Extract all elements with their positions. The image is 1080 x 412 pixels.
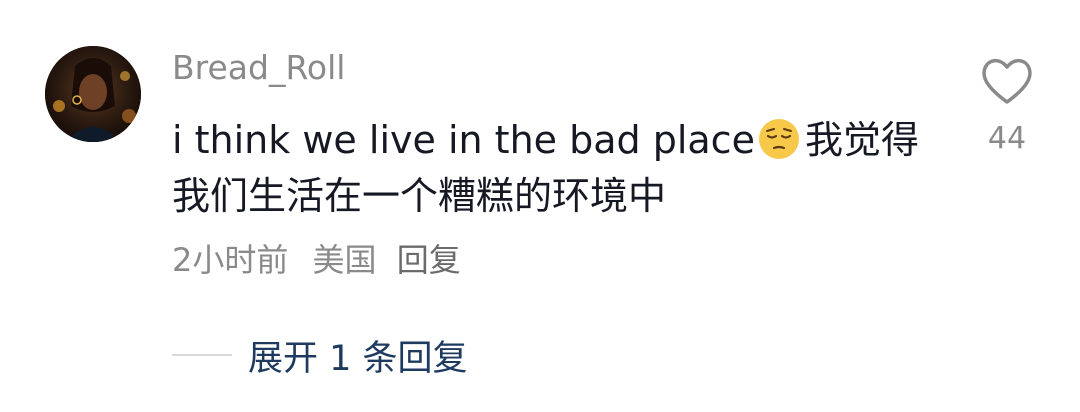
username[interactable]: Bread_Roll bbox=[172, 48, 345, 88]
comment-item: Bread_Roll i think we live in the bad pl… bbox=[0, 0, 1080, 412]
comment-region: 美国 bbox=[312, 241, 377, 279]
like-count: 44 bbox=[987, 121, 1027, 156]
heart-icon bbox=[982, 59, 1032, 104]
avatar[interactable] bbox=[45, 46, 141, 142]
comment-text: i think we live in the bad place 我觉得 我们生活… bbox=[172, 112, 932, 224]
expand-replies-label: 展开 1 条回复 bbox=[248, 338, 468, 379]
user-avatar-icon bbox=[45, 46, 141, 142]
comment-text-part-1: i think we live in the bad place bbox=[172, 118, 755, 162]
reply-button[interactable]: 回复 bbox=[397, 241, 461, 279]
like-button[interactable]: 44 bbox=[976, 56, 1038, 156]
divider bbox=[172, 354, 232, 356]
expand-replies-button[interactable]: 展开 1 条回复 bbox=[172, 330, 468, 380]
comment-time: 2小时前 bbox=[172, 241, 289, 279]
comment-meta: 2小时前 美国 回复 bbox=[172, 238, 461, 282]
pensive-face-emoji-icon bbox=[757, 117, 801, 161]
